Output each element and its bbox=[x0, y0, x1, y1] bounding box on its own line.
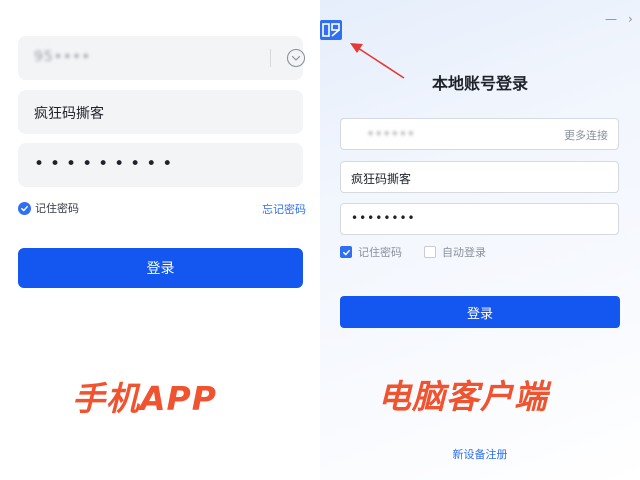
mobile-password-mask: ••••••••• bbox=[34, 154, 179, 174]
mobile-login-panel: 95•••• 疯狂码撕客 ••••••••• 记住密码 忘记密码 登录 手机AP… bbox=[0, 0, 320, 480]
mobile-remember-label: 记住密码 bbox=[35, 202, 79, 215]
desktop-remember-label: 记住密码 bbox=[358, 246, 402, 259]
desktop-account-field[interactable]: •••••• 更多连接 bbox=[340, 118, 619, 150]
desktop-account-value: •••••• bbox=[367, 127, 416, 141]
desktop-password-mask: •••••••• bbox=[351, 211, 416, 225]
check-icon[interactable] bbox=[18, 201, 31, 215]
desktop-login-window: — › 本地账号登录 •••••• 更多连接 疯狂码撕客 •••••••• 记住… bbox=[320, 0, 640, 480]
mobile-remember-password[interactable]: 记住密码 bbox=[18, 200, 79, 216]
page-title: 本地账号登录 bbox=[431, 74, 528, 93]
desktop-password-field[interactable]: •••••••• bbox=[340, 203, 619, 235]
desktop-login-options: 记住密码 自动登录 bbox=[340, 244, 486, 260]
more-connections-button[interactable]: 更多连接 bbox=[564, 127, 608, 143]
desktop-client-caption: 电脑客户端 bbox=[378, 377, 548, 416]
remember-password-checkbox[interactable] bbox=[340, 246, 352, 258]
field-divider bbox=[270, 49, 271, 67]
forgot-password-link[interactable]: 忘记密码 bbox=[262, 201, 306, 217]
desktop-name-field[interactable]: 疯狂码撕客 bbox=[340, 161, 619, 193]
close-icon[interactable]: › bbox=[628, 12, 633, 26]
mobile-name-value: 疯狂码撕客 bbox=[34, 106, 104, 122]
chevron-down-icon[interactable] bbox=[286, 48, 306, 68]
mobile-name-field[interactable]: 疯狂码撕客 bbox=[18, 90, 303, 134]
mobile-account-field[interactable]: 95•••• bbox=[18, 36, 306, 80]
desktop-name-value: 疯狂码撕客 bbox=[351, 172, 412, 186]
mobile-password-field[interactable]: ••••••••• bbox=[18, 143, 303, 187]
register-new-device-link[interactable]: 新设备注册 bbox=[320, 446, 640, 462]
auto-login-checkbox[interactable] bbox=[424, 246, 436, 258]
mobile-app-caption: 手机APP bbox=[72, 379, 217, 418]
minimize-icon[interactable]: — bbox=[605, 12, 617, 26]
auto-login-label: 自动登录 bbox=[442, 246, 486, 259]
desktop-login-button[interactable]: 登录 bbox=[340, 296, 620, 328]
mobile-login-button[interactable]: 登录 bbox=[18, 248, 303, 288]
mobile-account-value: 95•••• bbox=[34, 49, 91, 65]
